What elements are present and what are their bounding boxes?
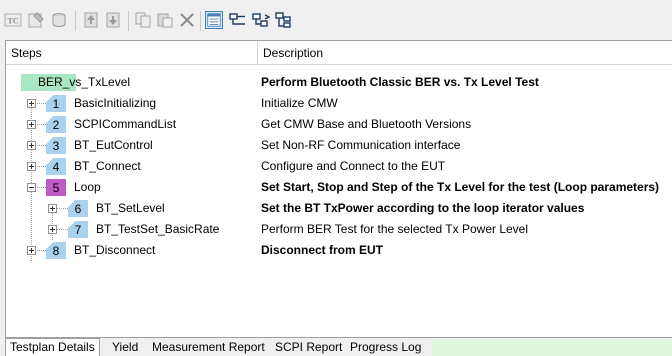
expand-icon[interactable] [48, 204, 57, 213]
step-number-badge: 1 [46, 95, 66, 112]
step-name: BasicInitializing [74, 96, 157, 110]
step-name-cell[interactable]: BER_vs_TxLevel [21, 74, 130, 91]
tab-scpi-report[interactable]: SCPI Report [271, 340, 346, 356]
step-row[interactable]: 4 BT_Connect Configure and Connect to the … [6, 156, 672, 177]
tab-testplan-details[interactable]: Testplan Details [5, 338, 100, 356]
tab-yield[interactable]: Yield [108, 340, 142, 356]
step-description: Get CMW Base and Bluetooth Versions [261, 117, 472, 131]
step-name: BT_SetLevel [96, 201, 165, 215]
step-name-cell[interactable]: 1 BasicInitializing [46, 95, 156, 112]
step-number-badge: 7 [68, 221, 88, 238]
expand-all-icon[interactable] [275, 11, 293, 29]
step-description: Set Non-RF Communication interface [261, 138, 461, 152]
test-plan-tree: Steps Description BER_vs_TxLevel Perform … [5, 40, 672, 338]
step-row[interactable]: 5 Loop Set Start, Stop and Step of the Tx … [6, 177, 672, 198]
step-number-badge: 5 [46, 179, 66, 196]
svg-text:TC: TC [7, 17, 18, 26]
step-name: SCPICommandList [74, 117, 177, 131]
step-name: BT_Disconnect [74, 243, 156, 257]
expand-icon[interactable] [27, 120, 36, 129]
database-icon[interactable] [50, 11, 68, 29]
step-description: Disconnect from EUT [261, 243, 384, 257]
step-into-icon[interactable] [252, 11, 270, 29]
expand-icon[interactable] [27, 99, 36, 108]
step-row[interactable]: 1 BasicInitializing Initialize CMW [6, 93, 672, 114]
step-name: BT_EutControl [74, 138, 153, 152]
step-number-badge: 8 [46, 242, 66, 259]
column-header: Steps Description [6, 41, 672, 65]
step-name-cell[interactable]: 5 Loop [46, 179, 101, 196]
collapse-icon[interactable] [27, 183, 36, 192]
step-row[interactable]: 3 BT_EutControl Set Non-RF Communication i… [6, 135, 672, 156]
step-row[interactable]: BER_vs_TxLevel Perform Bluetooth Classic … [6, 72, 672, 93]
step-description: Perform BER Test for the selected Tx Pow… [261, 222, 529, 236]
step-name-cell[interactable]: 4 BT_Connect [46, 158, 141, 175]
step-number-badge: 4 [46, 158, 66, 175]
step-name: Loop [74, 180, 101, 194]
description-column-header[interactable]: Description [258, 41, 672, 65]
tab-measurement-report[interactable]: Measurement Report [148, 340, 269, 356]
step-name: BT_TestSet_BasicRate [96, 222, 220, 236]
tab-progress-log[interactable]: Progress Log [346, 340, 425, 356]
step-description: Initialize CMW [261, 96, 338, 110]
step-name-cell[interactable]: 8 BT_Disconnect [46, 242, 155, 259]
step-name-cell[interactable]: 2 SCPICommandList [46, 116, 176, 133]
copy-icon[interactable] [134, 11, 152, 29]
step-description: Set Start, Stop and Step of the Tx Level… [261, 180, 660, 194]
move-up-icon[interactable] [82, 11, 100, 29]
toolbar: TC [0, 0, 672, 40]
expand-icon[interactable] [48, 225, 57, 234]
step-name-cell[interactable]: 6 BT_SetLevel [68, 200, 165, 217]
delete-icon[interactable] [178, 11, 196, 29]
step-name: BT_Connect [74, 159, 141, 173]
step-number-badge: 6 [68, 200, 88, 217]
step-name-cell[interactable]: 7 BT_TestSet_BasicRate [68, 221, 219, 238]
steps-column-header[interactable]: Steps [6, 41, 258, 65]
step-row[interactable]: 8 BT_Disconnect Disconnect from EUT [6, 240, 672, 261]
expand-icon[interactable] [27, 141, 36, 150]
step-row[interactable]: 6 BT_SetLevel Set the BT TxPower according… [6, 198, 672, 219]
step-row[interactable]: 7 BT_TestSet_BasicRate Perform BER Test fo… [6, 219, 672, 240]
step-description: Configure and Connect to the EUT [261, 159, 446, 173]
details-view-icon[interactable] [205, 11, 223, 29]
tc-icon[interactable]: TC [4, 11, 22, 29]
move-down-icon[interactable] [104, 11, 122, 29]
collapse-all-icon[interactable] [229, 11, 247, 29]
paste-icon[interactable] [156, 11, 174, 29]
step-number-badge: 2 [46, 116, 66, 133]
expand-icon[interactable] [27, 246, 36, 255]
properties-icon[interactable] [27, 11, 45, 29]
step-description: Perform Bluetooth Classic BER vs. Tx Lev… [261, 75, 539, 89]
step-number-badge: 3 [46, 137, 66, 154]
step-name: BER_vs_TxLevel [38, 75, 131, 89]
step-name-cell[interactable]: 3 BT_EutControl [46, 137, 153, 154]
step-row[interactable]: 2 SCPICommandList Get CMW Base and Bluetoo… [6, 114, 672, 135]
bottom-tab-bar: Testplan Details Yield Measurement Repor… [0, 338, 672, 356]
step-description: Set the BT TxPower according to the loop… [261, 201, 585, 215]
expand-icon[interactable] [27, 162, 36, 171]
